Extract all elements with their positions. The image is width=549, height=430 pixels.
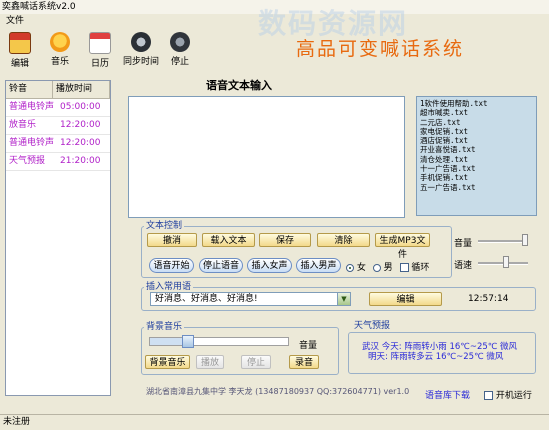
female-radio[interactable] [346, 263, 354, 272]
weather-group: 武汉 今天: 阵雨转小雨 16℃~25℃ 微风 明天: 阵雨转多云 16℃~25… [348, 332, 536, 374]
toolbar-sync-time-label: 同步时间 [122, 57, 159, 67]
bg-music-button[interactable]: 背景音乐 [145, 355, 190, 369]
schedule-row[interactable]: 天气预报 21:20:00 [6, 153, 110, 171]
autostart-option: 开机运行 [484, 388, 532, 401]
schedule-list[interactable]: 铃音 播放时间 普通电铃声 05:00:00 放音乐 12:20:00 普通电铃… [5, 80, 111, 396]
phrase-select[interactable]: 好消息、好消息、好消息! ▼ [150, 292, 351, 306]
weather-line-today: 武汉 今天: 阵雨转小雨 16℃~25℃ 微风 [362, 342, 518, 352]
make-mp3-button[interactable]: 生成MP3文件 [375, 233, 430, 260]
loop-label: 循环 [411, 263, 430, 273]
file-list-item[interactable]: 超市喊卖.txt [420, 108, 533, 117]
schedule-row-name: 普通电铃声 [9, 138, 55, 148]
schedule-row-name: 放音乐 [9, 120, 37, 130]
schedule-row[interactable]: 普通电铃声 05:00:00 [6, 99, 110, 117]
toolbar-music-button[interactable]: 音乐 [44, 32, 76, 70]
clock-sync-icon [131, 32, 151, 52]
clock-display: 12:57:14 [468, 294, 509, 304]
weather-line-tomorrow: 明天: 阵雨转多云 16℃~25℃ 微风 [368, 352, 504, 362]
speech-text-area[interactable] [128, 96, 405, 218]
bg-volume-label: 音量 [299, 341, 318, 351]
menu-file[interactable]: 文件 [0, 16, 30, 26]
status-text: 未注册 [3, 417, 31, 427]
calendar-icon [89, 32, 111, 54]
weather-body: 武汉 今天: 阵雨转小雨 16℃~25℃ 微风 明天: 阵雨转多云 16℃~25… [362, 342, 517, 362]
voice-library-download-link[interactable]: 语音库下载 [425, 388, 470, 401]
tts-volume-label: 音量 [454, 239, 473, 249]
schedule-header-time[interactable]: 播放时间 [53, 81, 110, 98]
file-list-item[interactable]: 五一广告语.txt [420, 183, 533, 192]
bg-music-label: 背景音乐 [144, 322, 185, 332]
phrase-select-value: 好消息、好消息、好消息! [155, 294, 258, 304]
clear-button[interactable]: 清除 [317, 233, 370, 247]
schedule-row-name: 天气预报 [9, 156, 46, 166]
text-control-label: 文本控制 [144, 221, 185, 231]
autostart-checkbox[interactable] [484, 391, 493, 400]
file-list-item[interactable]: 家电促销.txt [420, 127, 533, 136]
file-list[interactable]: 1软件使用帮助.txt 超市喊卖.txt 二元店.txt 家电促销.txt 酒店… [416, 96, 537, 216]
schedule-row-name: 普通电铃声 [9, 102, 55, 112]
tts-speed-label: 语速 [454, 261, 473, 271]
schedule-row-time: 05:00:00 [60, 102, 101, 112]
toolbar-edit-button[interactable]: 编辑 [4, 32, 36, 70]
toolbar-edit-label: 编辑 [10, 59, 29, 69]
schedule-row[interactable]: 放音乐 12:20:00 [6, 117, 110, 135]
start-voice-button[interactable]: 语音开始 [149, 258, 194, 273]
file-list-item[interactable]: 二元店.txt [420, 118, 533, 127]
loop-checkbox[interactable] [399, 263, 409, 272]
toolbar-music-label: 音乐 [50, 57, 69, 67]
toolbar-sync-time-button[interactable]: 同步时间 [122, 32, 160, 70]
file-list-item[interactable]: 十一广告语.txt [420, 164, 533, 173]
stop-voice-button[interactable]: 停止语音 [199, 258, 243, 273]
stop-button[interactable]: 停止 [241, 355, 271, 369]
status-bar: 未注册 [0, 414, 549, 430]
schedule-row[interactable]: 普通电铃声 12:20:00 [6, 135, 110, 153]
tts-volume-slider[interactable] [478, 240, 528, 243]
schedule-header-ring[interactable]: 铃音 [6, 81, 53, 98]
insert-female-button[interactable]: 插入女声 [247, 258, 292, 273]
save-button[interactable]: 保存 [259, 233, 311, 247]
male-radio[interactable] [372, 263, 381, 272]
stop-icon [170, 32, 190, 52]
schedule-row-time: 21:20:00 [60, 156, 101, 166]
schedule-row-time: 12:20:00 [60, 138, 101, 148]
schedule-row-time: 12:20:00 [60, 120, 101, 130]
music-face-icon [50, 32, 70, 52]
toolbar-calendar-button[interactable]: 日历 [84, 32, 116, 70]
tts-volume-thumb[interactable] [522, 234, 528, 246]
file-list-item[interactable]: 手机促销.txt [420, 173, 533, 182]
phrases-label: 插入常用语 [144, 282, 194, 292]
brand-title: 高品可变喊话系统 [296, 38, 465, 60]
record-button[interactable]: 录音 [289, 355, 319, 369]
load-text-button[interactable]: 载入文本 [202, 233, 255, 247]
toolbar-calendar-label: 日历 [90, 59, 109, 69]
file-list-item[interactable]: 1软件使用帮助.txt [420, 99, 533, 108]
phrase-edit-button[interactable]: 编辑 [369, 292, 442, 306]
toolbar-stop-label: 停止 [170, 57, 189, 67]
autostart-label: 开机运行 [495, 391, 532, 401]
toolbar-stop-button[interactable]: 停止 [164, 32, 196, 70]
window-title: 奕鑫喊话系统v2.0 [2, 2, 76, 12]
weather-label: 天气预报 [352, 321, 393, 331]
schedule-header: 铃音 播放时间 [6, 81, 110, 99]
speech-title: 语音文本输入 [206, 79, 272, 92]
file-list-item[interactable]: 开业喜悦语.txt [420, 145, 533, 154]
footer-credit: 湖北省南漳县九集中学 李天龙 (13487180937 QQ:372604771… [146, 387, 410, 396]
bg-volume-thumb[interactable] [182, 335, 194, 348]
voice-options: 女 男 循环 [346, 260, 429, 273]
male-label: 男 [383, 263, 393, 273]
tts-speed-thumb[interactable] [503, 256, 509, 268]
female-label: 女 [356, 263, 366, 273]
insert-male-button[interactable]: 插入男声 [296, 258, 341, 273]
chevron-down-icon[interactable]: ▼ [337, 293, 350, 305]
play-button[interactable]: 播放 [196, 355, 224, 369]
file-list-item[interactable]: 清仓处理.txt [420, 155, 533, 164]
bg-volume-slider[interactable] [149, 335, 289, 348]
cancel-button[interactable]: 撤消 [147, 233, 197, 247]
calendar-red-icon [9, 32, 31, 54]
